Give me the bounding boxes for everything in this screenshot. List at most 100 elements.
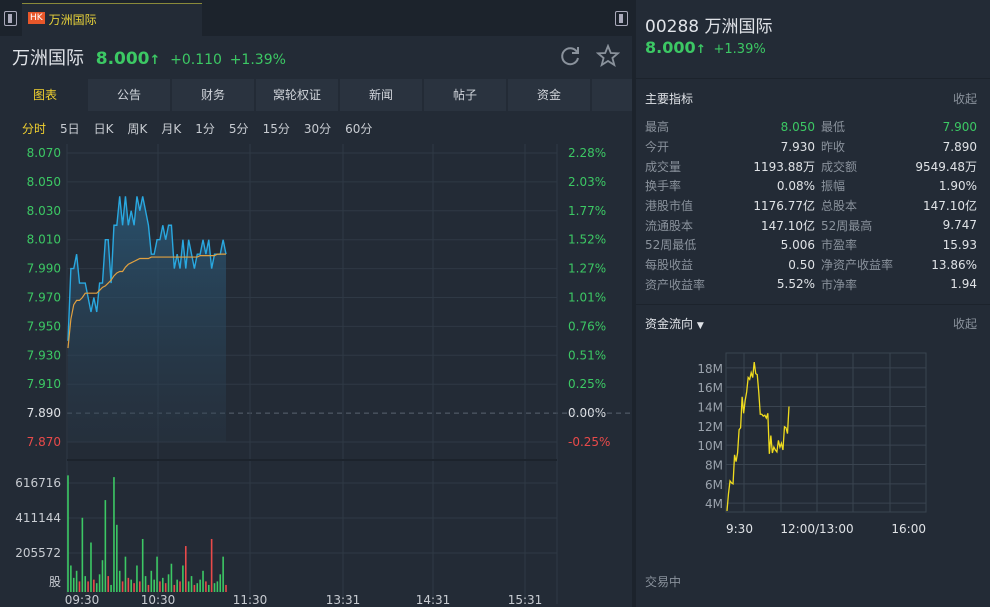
indicator-label: 昨收 — [821, 140, 846, 155]
indicator-label: 市净率 — [821, 277, 858, 292]
indicator-value: 5.52% — [776, 277, 815, 292]
subtab-more[interactable] — [592, 79, 632, 111]
y-tick-right: -0.25% — [568, 435, 610, 449]
volume-bar — [113, 477, 115, 592]
volume-bar — [101, 560, 104, 592]
volume-bar — [124, 556, 127, 592]
period-6[interactable]: 5分 — [229, 120, 249, 137]
money-flow-title[interactable]: 资金流向 ▼ — [645, 315, 704, 332]
indicator-value: 9.747 — [942, 218, 977, 233]
period-8[interactable]: 30分 — [304, 120, 331, 137]
y-tick-right: 1.52% — [568, 233, 606, 247]
subtab-3[interactable]: 窝轮权证 — [256, 79, 338, 111]
indicator-label: 最高 — [645, 120, 670, 135]
refresh-icon[interactable] — [558, 44, 582, 68]
x-tick: 09:30 — [65, 593, 100, 607]
stock-code: 00288 — [645, 17, 700, 37]
plot-frame — [725, 352, 927, 513]
x-tick: 12:00/13:00 — [780, 522, 853, 536]
period-9[interactable]: 60分 — [345, 120, 372, 137]
y-tick-left: 8.030 — [27, 204, 61, 218]
period-5[interactable]: 1分 — [195, 120, 215, 137]
volume-bar — [213, 583, 216, 592]
up-arrow-icon: ↑ — [149, 53, 161, 68]
subtab-2[interactable]: 财务 — [172, 79, 254, 111]
y-tick-left: 7.910 — [27, 377, 61, 391]
period-selector: 分时 5日 日K 周K 月K 1分 5分 15分 30分 60分 — [22, 120, 386, 137]
tab-stock[interactable]: HK 万洲国际 — [22, 3, 202, 36]
subtab-1[interactable]: 公告 — [88, 79, 170, 111]
intraday-chart[interactable]: 8.070 2.28% 8.050 2.03% 8.030 1.77% 8.010 1.52%… — [0, 140, 632, 607]
volume-bar — [147, 584, 150, 592]
price-change-pct: +1.39% — [229, 52, 286, 68]
volume-bar — [207, 584, 210, 592]
volume-bar — [162, 577, 164, 592]
period-7[interactable]: 15分 — [263, 120, 290, 137]
y-tick-right: 0.25% — [568, 377, 606, 391]
volume-bar — [116, 524, 118, 592]
subtab-5[interactable]: 帖子 — [424, 79, 506, 111]
y-tick: 16M — [697, 381, 723, 395]
period-2[interactable]: 日K — [94, 120, 114, 137]
volume-bar — [159, 581, 161, 592]
panel-toggle-icon[interactable] — [615, 11, 628, 26]
trading-status: 交易中 — [645, 575, 682, 589]
y-tick-left: 7.890 — [27, 406, 61, 420]
sidebar-toggle-icon[interactable] — [4, 11, 17, 26]
period-3[interactable]: 周K — [128, 120, 148, 137]
y-tick: 10M — [697, 439, 723, 453]
volume-bar — [93, 579, 95, 592]
indicator-value: 15.93 — [942, 237, 977, 252]
x-tick: 13:31 — [326, 593, 361, 607]
indicator-row: 52周最低 5.006 市盈率 15.93 — [645, 235, 977, 255]
subtab-6[interactable]: 资金 — [508, 79, 590, 111]
stock-price: 8.000 — [645, 38, 696, 57]
money-flow-collapse-button[interactable]: 收起 — [953, 315, 977, 332]
volume-bar — [164, 583, 167, 592]
indicator-value: 7.890 — [942, 139, 977, 154]
indicator-value: 13.86% — [931, 257, 977, 272]
y-tick-left: 8.010 — [27, 233, 61, 247]
period-1[interactable]: 5日 — [60, 120, 80, 137]
volume-bar — [121, 581, 124, 592]
y-tick-left: 7.930 — [27, 348, 61, 362]
indicator-value: 7.930 — [780, 139, 815, 154]
y-tick-left: 7.950 — [27, 319, 61, 333]
x-tick: 15:31 — [508, 593, 543, 607]
period-0[interactable]: 分时 — [22, 120, 46, 137]
indicator-label: 净资产收益率 — [821, 258, 894, 273]
indicator-value: 1193.88万 — [753, 159, 815, 174]
subtab-0[interactable]: 图表 — [4, 79, 86, 111]
volume-tick: 411144 — [15, 511, 61, 525]
volume-tick: 股 — [49, 575, 61, 589]
up-arrow-icon: ↑ — [695, 42, 706, 56]
volume-bar — [72, 577, 75, 592]
price-change: +0.110 — [170, 52, 222, 68]
volume-bar — [216, 581, 219, 592]
y-tick: 4M — [705, 497, 723, 511]
y-tick-left: 8.070 — [27, 146, 61, 160]
star-icon[interactable] — [596, 44, 620, 68]
indicator-label: 每股收益 — [645, 258, 694, 273]
volume-bar — [205, 581, 207, 592]
indicator-row: 每股收益 0.50 净资产收益率 13.86% — [645, 255, 977, 275]
y-tick-left: 7.970 — [27, 291, 61, 305]
dropdown-caret-icon: ▼ — [696, 321, 704, 331]
volume-bar — [75, 570, 78, 592]
right-header: 00288 万洲国际 — [645, 12, 773, 37]
y-tick-left: 7.990 — [27, 262, 61, 276]
volume-bar — [222, 556, 224, 592]
volume-bar — [199, 579, 201, 592]
indicator-row: 流通股本 147.10亿 52周最高 9.747 — [645, 215, 977, 235]
indicators-collapse-button[interactable]: 收起 — [953, 90, 977, 107]
period-4[interactable]: 月K — [161, 120, 181, 137]
volume-bar — [133, 583, 135, 592]
volume-bar — [170, 563, 173, 592]
subtab-4[interactable]: 新闻 — [340, 79, 422, 111]
volume-bar — [84, 576, 87, 592]
y-tick-right: 0.51% — [568, 348, 606, 362]
indicator-value: 1.90% — [938, 178, 977, 193]
y-tick-right: 1.01% — [568, 291, 606, 305]
price-change-pct: +1.39% — [713, 42, 766, 57]
volume-bar — [127, 577, 130, 592]
